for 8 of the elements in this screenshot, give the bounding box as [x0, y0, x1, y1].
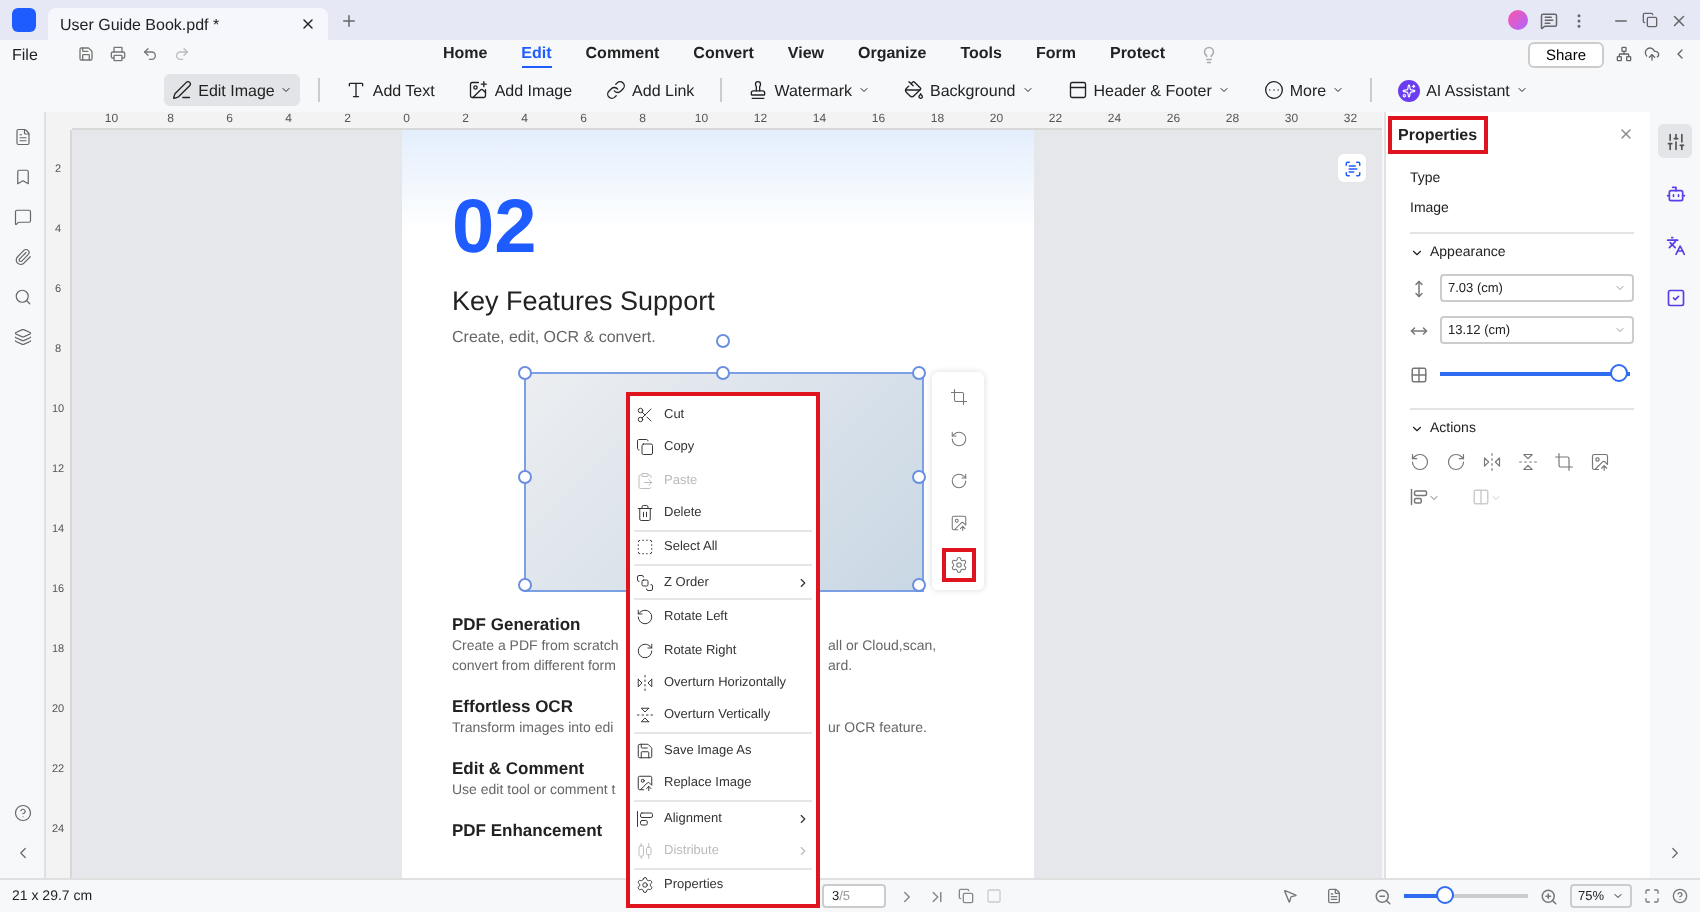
section-title: Edit & Comment: [452, 758, 585, 778]
page-heading: Key Features Support: [452, 286, 715, 316]
section-title: Effortless OCR: [452, 696, 573, 716]
section-title: PDF Enhancement: [452, 820, 603, 840]
panel-title: Properties: [1392, 119, 1484, 149]
section-number: 02: [452, 190, 537, 266]
section-title: PDF Generation: [452, 614, 581, 634]
page-subtitle: Create, edit, OCR & convert.: [452, 328, 656, 346]
